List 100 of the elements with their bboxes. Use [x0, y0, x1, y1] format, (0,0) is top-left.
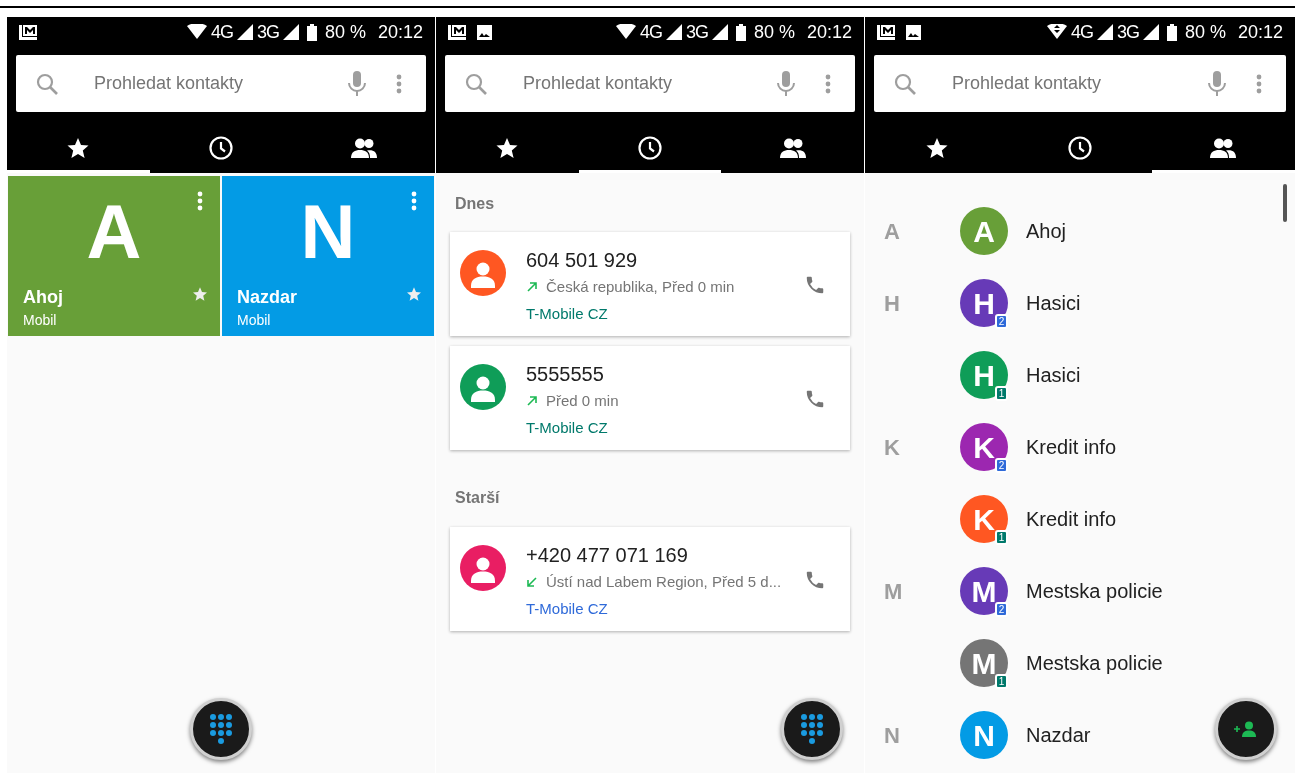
carrier-name: T-Mobile CZ: [526, 303, 609, 324]
add-contact-button[interactable]: [1215, 698, 1277, 760]
contact-name: Nazdar: [1026, 723, 1091, 748]
more-icon[interactable]: [197, 191, 203, 211]
more-icon[interactable]: [396, 73, 402, 94]
phone-number: 604 501 929: [526, 248, 639, 272]
mail-icon: [877, 24, 895, 40]
search-icon: [36, 72, 58, 95]
people-icon: [1210, 136, 1237, 159]
clock-icon: [208, 134, 234, 161]
battery-percent: 80 %: [324, 20, 366, 44]
phone-icon[interactable]: [804, 274, 826, 296]
wifi-icon: [615, 24, 636, 40]
contact-initial: M: [971, 573, 997, 610]
sim-badge: 1: [995, 386, 1008, 401]
microphone-icon[interactable]: [777, 70, 795, 97]
index-letter: A: [884, 218, 900, 244]
network-label: 3G: [1116, 20, 1139, 44]
mail-icon: [448, 24, 466, 40]
favorite-tile[interactable]: N Nazdar Mobil: [222, 176, 434, 336]
search-input[interactable]: Prohledat kontakty: [952, 70, 1208, 97]
dialpad-button[interactable]: [190, 698, 252, 760]
call-details: Česká republika, Před 0 min: [546, 277, 735, 297]
battery-icon: [1166, 23, 1177, 41]
signal-icon: [711, 24, 728, 40]
search-input[interactable]: Prohledat kontakty: [94, 70, 348, 97]
microphone-icon[interactable]: [348, 70, 366, 97]
contact-initial: A: [86, 194, 142, 270]
contact-initial: N: [300, 194, 356, 270]
contact-name: Hasici: [1026, 363, 1081, 388]
dialpad-button[interactable]: [781, 698, 843, 760]
contact-initial: M: [971, 645, 997, 682]
battery-percent: 80 %: [753, 20, 795, 44]
dialpad-icon: [210, 714, 232, 744]
clock-icon: [1067, 134, 1093, 161]
search-input[interactable]: Prohledat kontakty: [523, 70, 777, 97]
carrier-name: T-Mobile CZ: [526, 598, 609, 619]
clock-icon: [637, 134, 663, 161]
more-icon[interactable]: [411, 191, 417, 211]
signal-icon: [282, 24, 299, 40]
index-letter: N: [884, 722, 900, 748]
sim-badge: 1: [995, 674, 1008, 689]
network-label: 3G: [685, 20, 708, 44]
contact-avatar[interactable]: A: [960, 207, 1008, 255]
mail-icon: [19, 24, 37, 40]
favorite-tile[interactable]: A Ahoj Mobil: [8, 176, 220, 336]
section-heading: Starší: [454, 488, 501, 508]
signal-icon: [1096, 24, 1113, 40]
people-icon: [779, 136, 806, 159]
phone-type: Mobil: [237, 311, 271, 330]
contact-initial: K: [973, 501, 995, 538]
contact-name: Kredit info: [1026, 435, 1117, 460]
call-card[interactable]: 5555555 Před 0 min T-Mobile CZ: [450, 346, 850, 450]
sim-badge: 2: [995, 458, 1008, 473]
contact-initial: K: [973, 429, 995, 466]
phone-icon[interactable]: [804, 388, 826, 410]
phone-type: Mobil: [23, 311, 57, 330]
people-icon: [350, 136, 377, 159]
sim-badge: 1: [995, 530, 1008, 545]
star-icon: [406, 286, 422, 302]
network-label: 4G: [1070, 20, 1093, 44]
sim-badge: 2: [995, 602, 1008, 617]
wifi-icon: [1046, 24, 1067, 40]
battery-icon: [735, 23, 746, 41]
search-field[interactable]: Prohledat kontakty: [445, 55, 855, 112]
contact-name: Ahoj: [23, 286, 63, 309]
network-label: 3G: [256, 20, 279, 44]
contact-initial: H: [973, 357, 995, 394]
index-letter: K: [884, 434, 900, 460]
dialpad-icon: [801, 714, 823, 744]
call-card[interactable]: +420 477 071 169 Ústí nad Labem Region, Před 5 d... T-Mobile CZ: [450, 527, 850, 631]
clock-time: 20:12: [1237, 20, 1283, 44]
index-letter: H: [884, 290, 900, 316]
signal-icon: [665, 24, 682, 40]
clock-time: 20:12: [377, 20, 423, 44]
search-icon: [894, 72, 916, 95]
contact-name: Mestska policie: [1026, 579, 1163, 604]
scrollbar: [1283, 184, 1287, 222]
contact-avatar[interactable]: N: [960, 711, 1008, 759]
battery-icon: [306, 23, 317, 41]
call-details: Ústí nad Labem Region, Před 5 d...: [546, 572, 782, 592]
microphone-icon[interactable]: [1208, 70, 1226, 97]
carrier-name: T-Mobile CZ: [526, 417, 609, 438]
image-icon: [906, 24, 921, 40]
more-icon[interactable]: [1256, 73, 1262, 94]
more-icon[interactable]: [825, 73, 831, 94]
search-icon: [465, 72, 487, 95]
wifi-icon: [186, 24, 207, 40]
contact-name: Mestska policie: [1026, 651, 1163, 676]
search-field[interactable]: Prohledat kontakty: [874, 55, 1286, 112]
signal-icon: [1142, 24, 1159, 40]
network-label: 4G: [210, 20, 233, 44]
call-card[interactable]: 604 501 929 Česká republika, Před 0 min T-Mobile CZ: [450, 232, 850, 336]
index-letter: M: [884, 578, 903, 604]
add-person-icon: [1234, 721, 1258, 737]
phone-number: 5555555: [526, 362, 605, 386]
phone-icon[interactable]: [804, 569, 826, 591]
search-field[interactable]: Prohledat kontakty: [16, 55, 426, 112]
contact-name: Nazdar: [237, 286, 298, 309]
star-icon: [192, 286, 208, 302]
